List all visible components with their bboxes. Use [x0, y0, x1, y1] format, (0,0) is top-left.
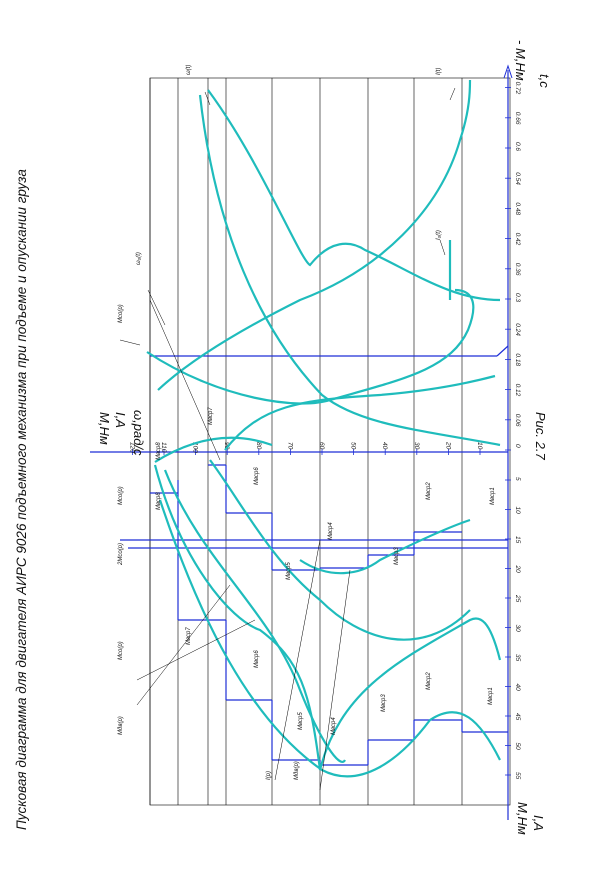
time-tick-label: 0.66 — [514, 112, 521, 125]
series-curve — [146, 288, 475, 405]
time-tick-label: 0.06 — [514, 414, 521, 427]
annotation-label: Mco(p) — [118, 304, 124, 323]
annotation-label: ω₀(t) — [136, 252, 142, 265]
annotation-label: Mвср7 — [208, 407, 214, 425]
right-axis-label-i: I,A — [113, 412, 128, 428]
series-curve — [207, 89, 501, 302]
chart-svg: Пусковая диаграмма для двигателя АИРС 90… — [14, 40, 552, 835]
figure-caption: Рис. 2.7 — [533, 412, 548, 460]
left-tick-label: 35 — [514, 654, 521, 662]
annotation-label: Mвср1 — [488, 687, 494, 705]
left-axis-label-m: M,Hм — [515, 802, 530, 835]
annotation-label: ω(t) — [186, 65, 192, 75]
series-curve — [154, 436, 273, 463]
annotation-label: Mco(p) — [118, 486, 124, 505]
time-tick-label: 0 — [514, 444, 521, 448]
time-tick-label: 0.24 — [514, 323, 521, 336]
series-curve — [163, 469, 346, 763]
annotation-label: Mвср3 — [381, 694, 387, 712]
annotation-label: I₀(t) — [436, 230, 442, 240]
annotation-label: Mвср2 — [426, 672, 432, 690]
annotation-label: Mвср3 — [394, 547, 400, 565]
value-tick-label: 30 — [413, 442, 420, 450]
value-tick-label: 60 — [318, 442, 325, 450]
left-tick-label: 40 — [514, 684, 521, 692]
time-tick-label: 0.3 — [514, 293, 521, 302]
series-curve — [299, 518, 471, 575]
annotation-label: Mвср4 — [331, 717, 337, 735]
value-tick-label: 10 — [476, 442, 483, 450]
left-tick-label: 25 — [514, 594, 521, 603]
value-tick-label: 80 — [255, 442, 262, 450]
annotation-label: Mвср8 — [156, 442, 162, 460]
annotation-label: Mвср5 — [298, 712, 304, 730]
time-tick-label: 0.48 — [514, 202, 521, 215]
annotation-label: Mвср1 — [490, 487, 496, 505]
time-axis-label: - M,Hм — [513, 40, 528, 81]
annotation-label: I(t) — [436, 68, 442, 75]
annotation-leader — [119, 339, 141, 346]
value-tick-label: 70 — [286, 442, 293, 450]
annotation-leader — [147, 289, 166, 326]
value-tick-label: 40 — [381, 442, 388, 450]
value-tick-label: 50 — [350, 442, 357, 450]
time-axis-label-t: t,c — [537, 74, 552, 88]
annotation-label: Mвср7 — [186, 627, 192, 645]
annotation-label: Mвср4 — [328, 522, 334, 540]
chart-title: Пусковая диаграмма для двигателя АИРС 90… — [14, 169, 29, 830]
left-tick-label: 50 — [514, 743, 521, 751]
axes: 1020304050607080901001101205101520253035… — [90, 64, 521, 820]
time-tick-label: 0.18 — [514, 353, 521, 366]
left-tick-label: 30 — [514, 625, 521, 633]
series-curve — [224, 374, 496, 451]
value-tick-label: 20 — [444, 441, 451, 450]
left-tick-label: 55 — [514, 772, 521, 780]
time-tick-label: 0.42 — [514, 233, 521, 246]
time-tick-label: 0.36 — [514, 263, 521, 276]
annotation-leader — [204, 91, 211, 106]
time-tick-label: 0.54 — [514, 172, 521, 185]
time-tick-label: 0.72 — [514, 82, 521, 95]
left-tick-label: 20 — [514, 565, 521, 574]
left-tick-label: 45 — [514, 713, 521, 721]
annotation-leader — [149, 299, 221, 461]
labels: Mco(p) Mco(p) 2Mco(p) Mco(p) Mдв(p) I(p) Mдв(p… — [118, 65, 496, 780]
annotation-label: Mвср2 — [426, 482, 432, 500]
annotation-leader — [136, 584, 231, 706]
right-axis-label-m: M,Hм — [97, 412, 112, 445]
annotation-leader — [439, 239, 446, 256]
left-tick-label: 15 — [514, 536, 521, 544]
annotation-leader — [449, 87, 456, 101]
annotation-leader — [274, 539, 321, 781]
annotation-label: Mдв(p) — [294, 761, 300, 780]
annotation-label: Mco(p) — [118, 641, 124, 660]
annotation-label: Mвср6 — [254, 650, 260, 668]
annotation-label: 2Mco(p) — [118, 543, 124, 566]
annotation-label: Mдв(p) — [118, 716, 124, 735]
annotation-label: Mвср6 — [254, 467, 260, 485]
annotation-label: Mвср5 — [286, 562, 292, 580]
time-tick-label: 0.6 — [514, 142, 521, 151]
left-tick-label: 10 — [514, 507, 521, 515]
curves — [119, 79, 502, 791]
time-tick-label: 0.12 — [514, 384, 521, 397]
annotation-label: Mвср8 — [156, 492, 162, 510]
series-curve — [158, 499, 501, 778]
step-line — [496, 345, 509, 357]
right-axis-label-omega: ω,рад/с — [131, 410, 146, 456]
left-axis-label-i: I,A — [531, 815, 546, 831]
annotation-label: I(p) — [266, 771, 272, 780]
chart-figure: Пусковая диаграмма для двигателя АИРС 90… — [0, 0, 595, 884]
left-tick-label: 5 — [514, 477, 521, 481]
